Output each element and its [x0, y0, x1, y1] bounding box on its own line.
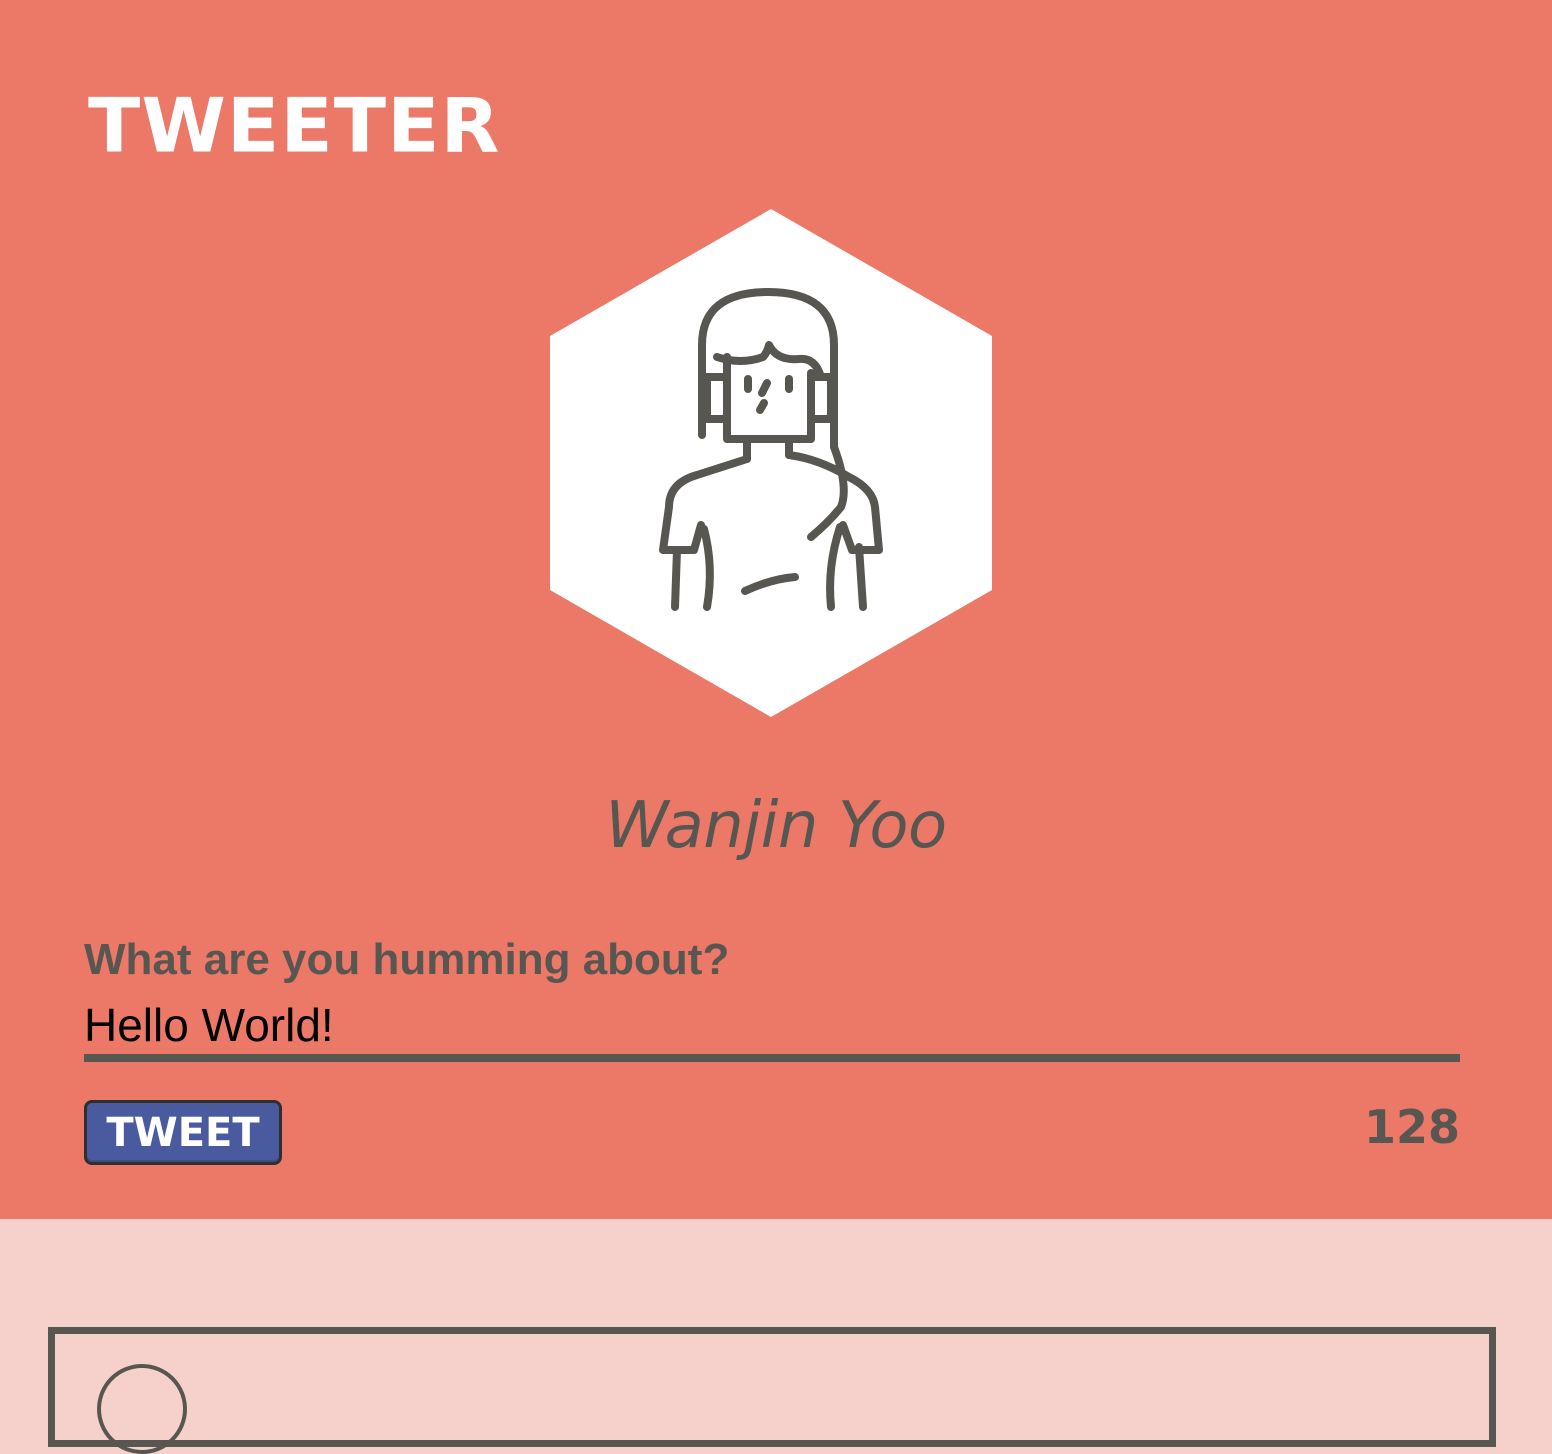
brand-title: TWEETER — [88, 82, 501, 170]
woman-avatar-icon — [550, 209, 992, 717]
profile-avatar — [549, 207, 993, 719]
char-counter: 128 — [1363, 1100, 1460, 1154]
tweet-button[interactable]: TWEET — [84, 1100, 282, 1165]
profile-name: Wanjin Yoo — [605, 789, 947, 863]
tweet-card — [48, 1327, 1496, 1454]
header: TWEETER Wanjin Yoo What are you humming … — [0, 0, 1552, 1219]
tweet-input[interactable] — [84, 996, 1460, 1062]
tweet-avatar — [97, 1364, 187, 1454]
composer-prompt: What are you humming about? — [84, 935, 730, 984]
